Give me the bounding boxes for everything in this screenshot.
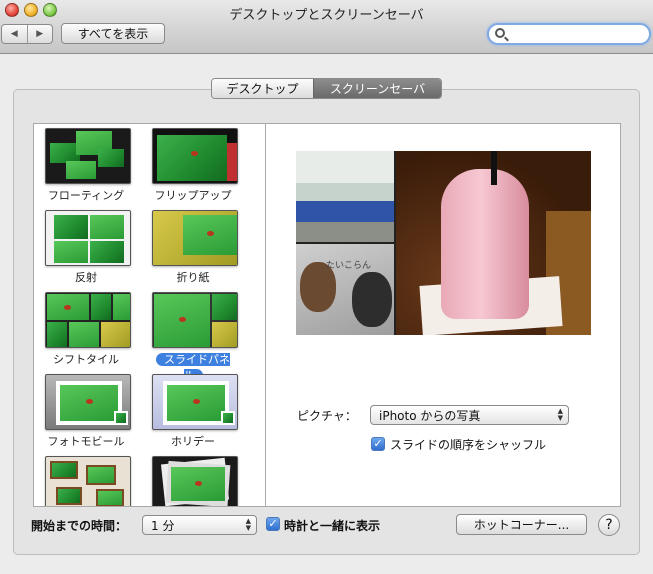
start-after-popup[interactable]: 1 分 ▲ ▼ (142, 515, 257, 535)
list-item-label: ホリデー (171, 435, 215, 448)
list-item-reflection[interactable]: 反射 (40, 210, 132, 286)
window-title: デスクトップとスクリーンセーバ (229, 8, 424, 23)
vintage-prints-thumbnail (45, 456, 131, 506)
title-bar: デスクトップとスクリーンセーバ ◀ ▶ すべてを表示 (0, 0, 653, 54)
tab-desktop[interactable]: デスクトップ (212, 79, 313, 98)
reflection-thumbnail (45, 210, 131, 266)
shuffle-checkbox[interactable]: ✓ (371, 437, 385, 451)
list-item-sliding-panels[interactable]: スライドパネル (147, 292, 239, 382)
list-item-origami[interactable]: 折り紙 (147, 210, 239, 286)
search-field[interactable] (487, 23, 651, 45)
list-item-label: フリップアップ (154, 189, 232, 202)
list-item-label: フローティング (47, 189, 125, 202)
tab-screen-saver[interactable]: スクリーンセーバ (313, 79, 441, 98)
preview-photo-stadium (296, 151, 394, 242)
screen-saver-preview: たいこらん (296, 151, 591, 335)
show-all-button[interactable]: すべてを表示 (61, 23, 165, 44)
photo-caption: たいこらん (326, 261, 372, 271)
photo-mobile-thumbnail (45, 374, 131, 430)
back-icon[interactable]: ◀ (2, 25, 27, 43)
picture-source-popup[interactable]: iPhoto からの写真 ▲ ▼ (370, 405, 569, 425)
picture-label: ピクチャ： (297, 409, 357, 423)
classic-thumbnail (152, 456, 238, 506)
back-forward-control: ◀ ▶ (1, 24, 53, 44)
help-button[interactable]: ? (598, 514, 620, 536)
start-after-label: 開始までの時間： (31, 519, 128, 533)
tab-bar: デスクトップ スクリーンセーバ (211, 78, 442, 99)
list-item-vintage-prints[interactable] (40, 456, 132, 506)
list-item-flip-up[interactable]: フリップアップ (147, 128, 239, 204)
sliding-panels-thumbnail (152, 292, 238, 348)
show-clock-checkbox[interactable]: ✓ (266, 517, 280, 531)
holiday-thumbnail (152, 374, 238, 430)
preview-photo-smoothie (396, 151, 591, 335)
show-clock-label: 時計と一緒に表示 (284, 519, 381, 533)
flip-up-thumbnail (152, 128, 238, 184)
popup-arrows-icon: ▲ ▼ (557, 407, 563, 422)
search-input[interactable] (511, 26, 643, 42)
origami-thumbnail (152, 210, 238, 266)
list-item-photo-mobile[interactable]: フォトモビール (40, 374, 132, 450)
hot-corners-button[interactable]: ホットコーナー... (456, 514, 587, 535)
list-item-shifting-tiles[interactable]: シフトタイル (40, 292, 132, 368)
forward-icon[interactable]: ▶ (26, 25, 53, 43)
shifting-tiles-thumbnail (45, 292, 131, 348)
popup-arrows-icon: ▲ ▼ (245, 517, 251, 532)
start-after-value: 1 分 (151, 518, 175, 533)
floating-thumbnail (45, 128, 131, 184)
list-item-label: 折り紙 (176, 271, 210, 284)
list-item-classic[interactable] (147, 456, 239, 506)
screen-saver-list[interactable]: フローティング フリップアップ 反射 折り紙 シフトタイル スライドパネ フォト… (33, 123, 266, 507)
shuffle-label: スライドの順序をシャッフル (390, 438, 547, 452)
preview-photo-bears: たいこらん (296, 244, 394, 335)
picture-source-value: iPhoto からの写真 (379, 408, 481, 423)
list-item-floating[interactable]: フローティング (40, 128, 132, 204)
list-item-holiday[interactable]: ホリデー (147, 374, 239, 450)
list-item-label: フォトモビール (47, 435, 125, 448)
list-item-label: 反射 (75, 271, 97, 284)
list-item-label: シフトタイル (53, 353, 119, 366)
search-icon (495, 28, 505, 38)
